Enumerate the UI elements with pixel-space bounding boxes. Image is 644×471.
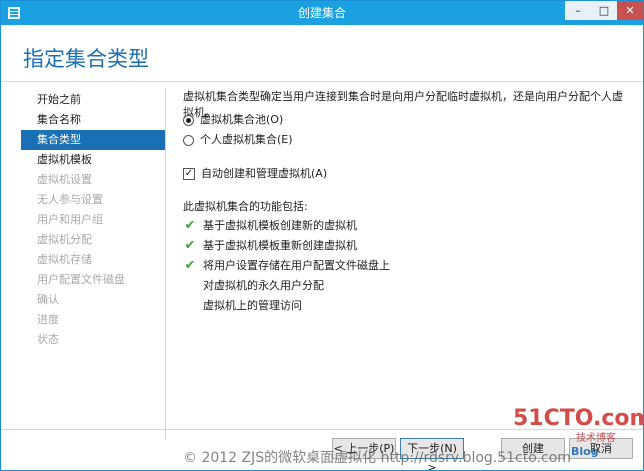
auto-manage-vms-checkbox[interactable]: ✓ 自动创建和管理虚拟机(A) bbox=[183, 166, 327, 182]
nav-item-status: 状态 bbox=[37, 333, 59, 346]
pooled-collection-radio[interactable]: 虚拟机集合池(O) bbox=[183, 112, 283, 128]
window-title: 创建集合 bbox=[297, 6, 346, 20]
feature-item: ✔ 基于虚拟机模板重新创建虚拟机 bbox=[184, 238, 357, 253]
nav-item-vm-storage: 虚拟机存储 bbox=[37, 253, 92, 266]
personal-collection-label: 个人虚拟机集合(E) bbox=[200, 133, 293, 146]
checkmark-icon: ✔ bbox=[184, 238, 196, 253]
radio-unselected-indicator[interactable] bbox=[183, 134, 194, 146]
minimize-button[interactable]: – bbox=[565, 1, 591, 20]
copyright-watermark: © 2012 ZJS的微软桌面虚拟化 http://rdsrv.blog.51c… bbox=[183, 450, 571, 466]
personal-collection-radio[interactable]: 个人虚拟机集合(E) bbox=[183, 132, 293, 148]
nav-item-collection-name[interactable]: 集合名称 bbox=[21, 110, 165, 130]
nav-item-user-profile-disks: 用户配置文件磁盘 bbox=[37, 273, 125, 286]
checkmark-icon: ✔ bbox=[184, 258, 196, 273]
nav-item-collection-type[interactable]: 集合类型 bbox=[21, 130, 165, 150]
nav-item-before-you-begin[interactable]: 开始之前 bbox=[21, 90, 165, 110]
feature-item: ✔ 基于虚拟机模板创建新的虚拟机 bbox=[184, 218, 357, 233]
blog-watermark: Blog bbox=[571, 445, 599, 458]
auto-manage-vms-label: 自动创建和管理虚拟机(A) bbox=[201, 167, 328, 180]
feature-item: 对虚拟机的永久用户分配 bbox=[203, 279, 324, 292]
nav-item-progress: 进度 bbox=[37, 313, 59, 326]
site-logo-watermark: 51CTO.com bbox=[513, 406, 644, 431]
nav-divider bbox=[165, 89, 166, 439]
features-heading: 此虚拟机集合的功能包括: bbox=[183, 200, 308, 213]
maximize-button[interactable]: □ bbox=[591, 1, 617, 20]
radio-selected-indicator[interactable] bbox=[183, 114, 194, 126]
checkmark-icon: ✔ bbox=[184, 218, 196, 233]
feature-item: ✔ 将用户设置存储在用户配置文件磁盘上 bbox=[184, 258, 390, 273]
header-divider bbox=[1, 81, 643, 82]
site-logo-subtitle: 技术博客 bbox=[576, 433, 616, 444]
nav-item-confirmation: 确认 bbox=[37, 293, 59, 306]
feature-item: 虚拟机上的管理访问 bbox=[203, 299, 302, 312]
pooled-collection-label: 虚拟机集合池(O) bbox=[200, 113, 284, 126]
wizard-steps-nav: 开始之前 集合名称 集合类型 虚拟机模板 虚拟机设置 无人参与设置 用户和用户组… bbox=[21, 90, 165, 350]
page-title: 指定集合类型 bbox=[23, 47, 149, 71]
checkbox-checked-indicator[interactable]: ✓ bbox=[183, 168, 195, 180]
close-button[interactable]: ✕ bbox=[617, 1, 643, 20]
nav-item-vm-allocation: 虚拟机分配 bbox=[37, 233, 92, 246]
title-bar[interactable]: 创建集合 – □ ✕ bbox=[1, 1, 643, 25]
nav-item-users-groups: 用户和用户组 bbox=[37, 213, 103, 226]
nav-item-vm-settings: 虚拟机设置 bbox=[37, 173, 92, 186]
nav-item-unattended-settings: 无人参与设置 bbox=[37, 193, 103, 206]
nav-item-vm-template[interactable]: 虚拟机模板 bbox=[21, 150, 165, 170]
create-collection-window: 创建集合 – □ ✕ 指定集合类型 开始之前 集合名称 集合类型 虚拟机模板 虚… bbox=[0, 0, 644, 471]
